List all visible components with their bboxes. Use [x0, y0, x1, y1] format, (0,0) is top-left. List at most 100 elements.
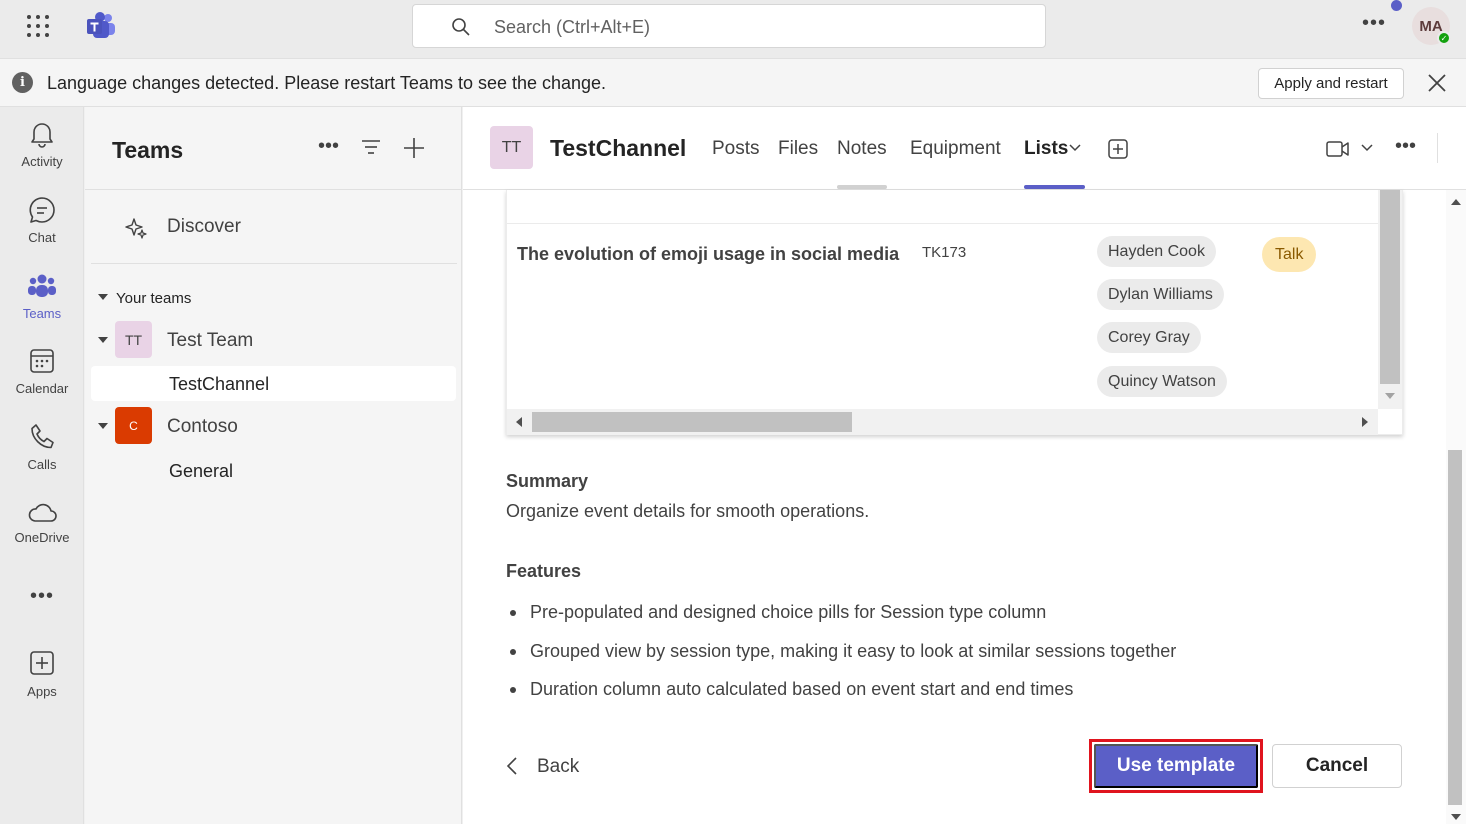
channel-header: TT TestChannel Posts Files Notes Equipme… — [463, 107, 1466, 190]
apply-and-restart-button[interactable]: Apply and restart — [1258, 68, 1404, 99]
template-details: The evolution of emoji usage in social m… — [463, 190, 1446, 824]
feature-item: Grouped view by session type, making it … — [530, 641, 1177, 661]
close-icon[interactable] — [1425, 71, 1449, 95]
rail-label: Chat — [28, 230, 56, 245]
bullet — [510, 610, 516, 616]
chat-icon — [29, 197, 55, 223]
settings-more-icon[interactable]: ••• — [1362, 12, 1386, 35]
divider — [91, 263, 457, 264]
chevron-down-icon[interactable] — [1361, 144, 1373, 152]
rail-label: Activity — [21, 154, 63, 169]
channel-avatar: TT — [490, 126, 533, 169]
language-change-banner: i Language changes detected. Please rest… — [0, 59, 1466, 107]
add-icon[interactable] — [403, 137, 425, 159]
row-title: The evolution of emoji usage in social m… — [517, 244, 900, 264]
bullet — [510, 687, 516, 693]
cloud-icon — [28, 503, 57, 522]
app-bar: Activity Chat Teams Calendar Calls OneDr… — [0, 107, 84, 824]
divider — [85, 189, 462, 190]
teams-icon — [28, 274, 56, 297]
info-icon: i — [12, 72, 33, 93]
rail-teams[interactable]: Teams — [0, 271, 84, 341]
rail-calendar[interactable]: Calendar — [0, 346, 84, 416]
rail-apps[interactable]: Apps — [0, 649, 84, 719]
speaker-pill: Hayden Cook — [1097, 236, 1216, 267]
panel-title: Teams — [112, 137, 184, 163]
cancel-button[interactable]: Cancel — [1272, 744, 1402, 788]
summary-heading: Summary — [506, 471, 589, 491]
chevron-down-icon[interactable] — [1069, 144, 1081, 152]
tab-active-indicator — [1024, 185, 1085, 189]
divider — [1437, 133, 1438, 163]
search-input[interactable]: Search (Ctrl+Alt+E) — [412, 4, 1046, 48]
tab-lists[interactable]: Lists — [1024, 138, 1068, 160]
row-code: TK173 — [922, 244, 967, 261]
chevron-down-icon[interactable] — [98, 294, 108, 300]
team-avatar: C — [115, 407, 152, 444]
filter-icon[interactable] — [361, 139, 381, 155]
rail-label: Calendar — [15, 381, 69, 396]
teams-logo-icon — [87, 12, 115, 38]
app-launcher-icon[interactable] — [27, 15, 49, 37]
speaker-pill: Corey Gray — [1097, 322, 1201, 353]
rail-label: Teams — [22, 306, 62, 321]
rail-activity[interactable]: Activity — [0, 119, 84, 189]
rail-calls[interactable]: Calls — [0, 422, 84, 492]
title-bar: Search (Ctrl+Alt+E) ••• MA ✓ — [0, 0, 1466, 59]
tab-posts[interactable]: Posts — [712, 138, 760, 160]
use-template-button[interactable]: Use template — [1094, 744, 1258, 788]
template-preview-table: The evolution of emoji usage in social m… — [506, 190, 1403, 435]
channel-selected-highlight — [91, 366, 456, 401]
bullet — [510, 649, 516, 655]
chevron-down-icon[interactable] — [98, 423, 108, 429]
speaker-pill: Dylan Williams — [1097, 279, 1224, 310]
rail-onedrive[interactable]: OneDrive — [0, 499, 84, 569]
scroll-down-arrow-icon[interactable] — [1451, 814, 1461, 820]
team-contoso[interactable]: Contoso — [167, 416, 238, 438]
vertical-scrollbar-thumb[interactable] — [1380, 190, 1400, 384]
presence-available-icon: ✓ — [1437, 31, 1451, 45]
scroll-right-arrow-icon[interactable] — [1362, 417, 1368, 427]
calendar-icon — [30, 349, 54, 373]
tab-equipment[interactable]: Equipment — [910, 138, 1001, 160]
more-options-icon[interactable]: ••• — [318, 135, 339, 158]
summary-text: Organize event details for smooth operat… — [506, 501, 870, 521]
your-teams-header[interactable]: Your teams — [116, 290, 191, 307]
channel-general[interactable]: General — [169, 461, 233, 482]
rail-label: OneDrive — [14, 530, 70, 545]
tab-files[interactable]: Files — [778, 138, 818, 160]
more-apps-icon[interactable]: ••• — [0, 585, 84, 608]
sparkle-icon — [125, 218, 147, 239]
notification-dot — [1391, 0, 1402, 11]
session-type-pill: Talk — [1262, 237, 1317, 272]
phone-icon — [31, 424, 54, 449]
tab-notes[interactable]: Notes — [837, 138, 887, 160]
add-tab-icon[interactable] — [1108, 139, 1128, 159]
page-scrollbar-thumb[interactable] — [1448, 450, 1462, 805]
scroll-left-arrow-icon[interactable] — [516, 417, 522, 427]
channel-title: TestChannel — [550, 135, 687, 161]
search-placeholder: Search (Ctrl+Alt+E) — [494, 17, 651, 37]
rail-label: Calls — [27, 457, 57, 472]
discover-link[interactable]: Discover — [167, 216, 241, 238]
back-label: Back — [537, 756, 580, 777]
team-test-team[interactable]: Test Team — [167, 330, 253, 352]
features-heading: Features — [506, 561, 582, 581]
scroll-up-arrow-icon[interactable] — [1451, 199, 1461, 205]
banner-message: Language changes detected. Please restar… — [47, 73, 607, 93]
video-camera-icon[interactable] — [1326, 140, 1350, 158]
rail-chat[interactable]: Chat — [0, 195, 84, 265]
feature-item: Pre-populated and designed choice pills … — [530, 602, 1047, 622]
add-app-icon — [30, 651, 54, 675]
feature-item: Duration column auto calculated based on… — [530, 679, 1074, 699]
chevron-down-icon[interactable] — [98, 337, 108, 343]
scroll-down-arrow-icon[interactable] — [1385, 393, 1395, 399]
teams-panel: Teams ••• Discover Your teams TT Test Te… — [85, 107, 462, 824]
channel-testchannel[interactable]: TestChannel — [169, 374, 269, 395]
search-icon — [452, 18, 470, 36]
horizontal-scrollbar-thumb[interactable] — [532, 412, 852, 432]
more-options-icon[interactable]: ••• — [1395, 135, 1416, 158]
divider — [507, 223, 1379, 224]
chevron-left-icon — [506, 757, 517, 775]
speaker-pill: Quincy Watson — [1097, 366, 1227, 397]
